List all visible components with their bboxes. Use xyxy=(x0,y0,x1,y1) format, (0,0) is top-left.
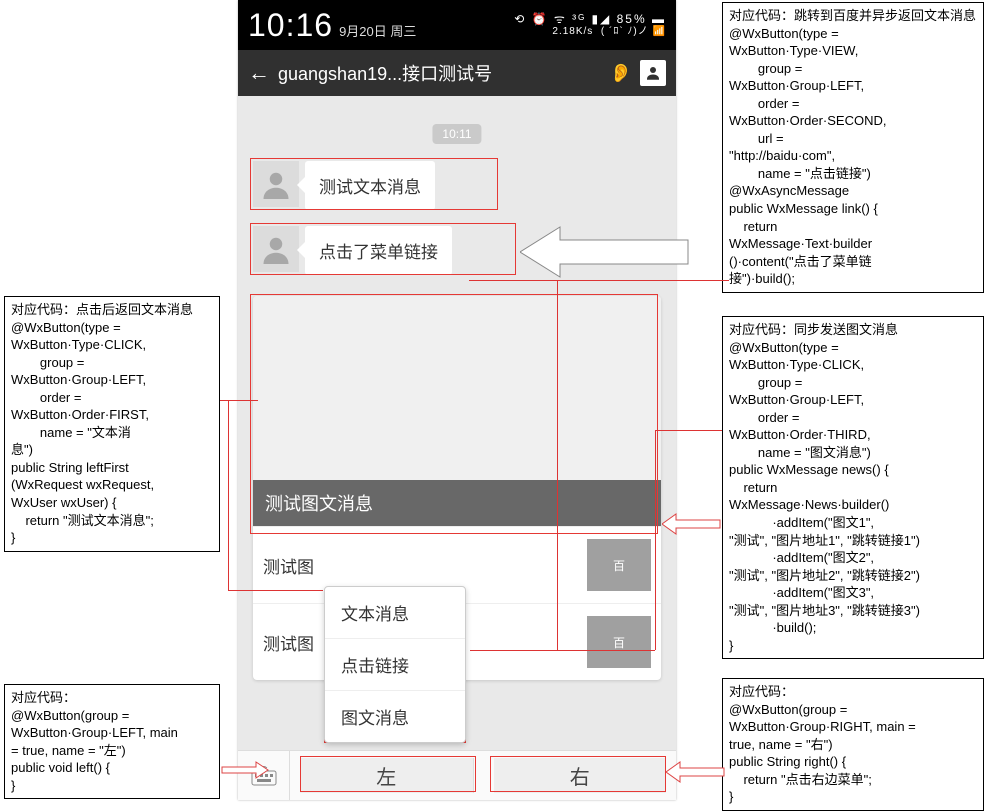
message-bubble[interactable]: 点击了菜单链接 xyxy=(305,226,452,275)
card-hero[interactable]: Bai百度 测试图文消息 xyxy=(253,296,661,526)
popup-item-text[interactable]: 文本消息 xyxy=(325,587,465,639)
menu-button-right[interactable]: 右 xyxy=(494,758,667,793)
card-row-text: 测试图 xyxy=(263,553,587,578)
card-row-thumb: 百 xyxy=(587,539,651,591)
code-box-link: 对应代码：跳转到百度并异步返回文本消息 @WxButton(type = WxB… xyxy=(722,2,984,293)
arrow-icon xyxy=(666,760,726,784)
popup-menu: 文本消息 点击链接 图文消息 xyxy=(324,586,466,743)
net-up: 2.18K/s xyxy=(552,26,593,37)
connector-line xyxy=(470,650,655,651)
arrow-icon xyxy=(662,512,722,536)
earpiece-icon[interactable]: 👂 xyxy=(610,63,632,84)
popup-item-news[interactable]: 图文消息 xyxy=(325,691,465,742)
profile-icon[interactable] xyxy=(640,60,666,86)
avatar-icon[interactable] xyxy=(253,161,299,207)
connector-line xyxy=(220,400,258,401)
status-face: ( ´ﾛ` ﾉ)ノ xyxy=(601,26,649,37)
back-icon[interactable]: ← xyxy=(248,60,270,86)
arrow-icon xyxy=(220,760,270,780)
time-chip: 10:11 xyxy=(432,124,481,144)
status-date: 9月20日 周三 xyxy=(339,21,416,40)
connector-line xyxy=(655,430,656,650)
bottom-bar: 左 右 xyxy=(238,750,676,800)
card-hero-title: 测试图文消息 xyxy=(253,480,661,526)
battery-percent: 85% xyxy=(617,12,647,26)
title-bar: ← guangshan19...接口测试号 👂 xyxy=(238,50,676,96)
status-time: 10:16 xyxy=(248,7,333,44)
popup-item-link[interactable]: 点击链接 xyxy=(325,639,465,691)
message-row: 测试文本消息 xyxy=(253,161,435,210)
status-icons: ⟲ ⏰ ᯤ ³ᴳ ▮◢ 85% ▬ 2.18K/s ( ´ﾛ` ﾉ)ノ 📶 xyxy=(514,13,666,37)
phone-frame: 10:16 9月20日 周三 ⟲ ⏰ ᯤ ³ᴳ ▮◢ 85% ▬ 2.18K/s… xyxy=(238,0,676,800)
menu-button-left[interactable]: 左 xyxy=(300,758,474,793)
connector-line xyxy=(655,430,722,431)
code-box-left-main: 对应代码： @WxButton(group = WxButton·Group·L… xyxy=(4,684,220,799)
chat-title: guangshan19...接口测试号 xyxy=(278,60,602,86)
code-box-left-first: 对应代码：点击后返回文本消息 @WxButton(type = WxButton… xyxy=(4,296,220,552)
chat-area: 10:11 测试文本消息 点击了菜单链接 Bai百度 测试图文消息 测试图 百 xyxy=(238,96,676,746)
message-row: 点击了菜单链接 xyxy=(253,226,452,275)
message-bubble[interactable]: 测试文本消息 xyxy=(305,161,435,210)
avatar-icon[interactable] xyxy=(253,226,299,272)
connector-line xyxy=(469,280,729,281)
status-bar: 10:16 9月20日 周三 ⟲ ⏰ ᯤ ³ᴳ ▮◢ 85% ▬ 2.18K/s… xyxy=(238,0,676,50)
arrow-icon xyxy=(520,225,690,279)
card-row-thumb: 百 xyxy=(587,616,651,668)
connector-line xyxy=(557,280,558,650)
code-box-right-main: 对应代码： @WxButton(group = WxButton·Group·R… xyxy=(722,678,984,811)
connector-line xyxy=(228,590,323,591)
code-box-news: 对应代码：同步发送图文消息 @WxButton(type = WxButton·… xyxy=(722,316,984,659)
connector-line xyxy=(228,400,229,590)
